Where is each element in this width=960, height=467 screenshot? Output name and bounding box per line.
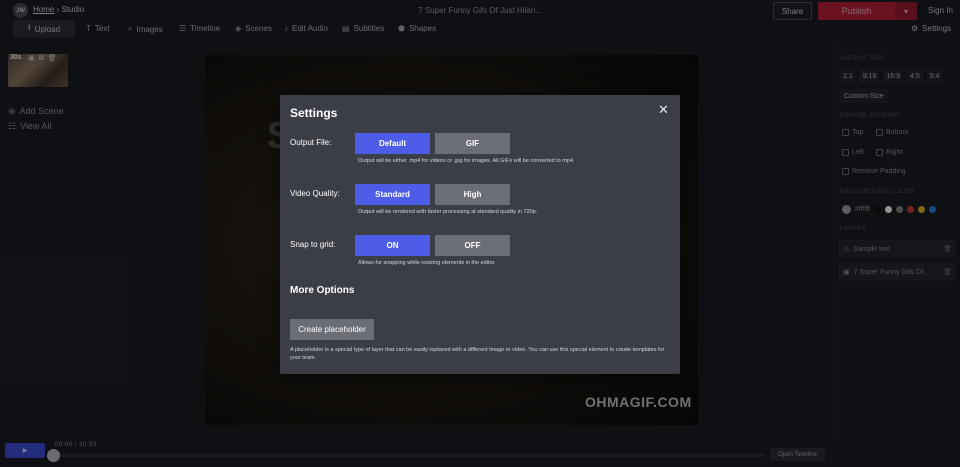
video-quality-label: Video Quality: [290, 189, 340, 198]
output-default-button[interactable]: Default [355, 133, 430, 154]
output-file-hint: Output will be either .mp4 for videos or… [358, 158, 575, 164]
app-root: JW Home › Studio 7 Super Funny Gifs Of J… [0, 0, 960, 467]
settings-modal: Settings ✕ Output File: Default GIF Outp… [280, 95, 680, 374]
snap-off-button[interactable]: OFF [435, 235, 510, 256]
output-gif-button[interactable]: GIF [435, 133, 510, 154]
quality-standard-button[interactable]: Standard [355, 184, 430, 205]
snap-on-button[interactable]: ON [355, 235, 430, 256]
more-options-heading: More Options [290, 285, 355, 296]
close-icon[interactable]: ✕ [658, 103, 669, 117]
quality-high-button[interactable]: High [435, 184, 510, 205]
video-quality-hint: Output will be rendered with faster proc… [358, 209, 538, 215]
output-file-label: Output File: [290, 138, 332, 147]
snap-to-grid-hint: Allows for snapping while resizing eleme… [358, 260, 496, 266]
snap-to-grid-label: Snap to grid: [290, 240, 336, 249]
modal-title: Settings [290, 106, 338, 120]
create-placeholder-button[interactable]: Create placeholder [290, 319, 374, 340]
placeholder-description: A placeholder is a special type of layer… [290, 347, 665, 361]
